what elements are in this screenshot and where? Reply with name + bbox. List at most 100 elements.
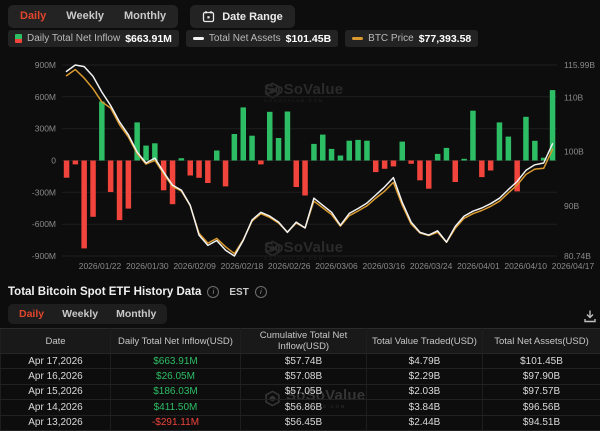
tab-daily[interactable]: Daily (10, 304, 53, 324)
inflow-bar[interactable] (223, 161, 229, 187)
tab-weekly[interactable]: Weekly (56, 5, 114, 28)
inflow-bar[interactable] (214, 151, 220, 161)
cell-inflow: $186.03M (111, 384, 241, 399)
inflow-bar[interactable] (426, 161, 432, 189)
inflow-bar[interactable] (90, 161, 96, 217)
inflow-bar[interactable] (417, 161, 423, 181)
inflow-bar[interactable] (364, 141, 370, 161)
gridlines: 900M600M300M0-300M-600M-900M115.99B110B1… (32, 60, 595, 271)
inflow-bar[interactable] (523, 117, 529, 161)
legend-value: $663.91M (125, 33, 172, 45)
inflow-bar[interactable] (188, 161, 194, 176)
inflow-bar[interactable] (311, 144, 317, 161)
inflow-bar[interactable] (276, 138, 282, 161)
inflow-bar[interactable] (382, 161, 388, 169)
inflow-bar[interactable] (241, 107, 247, 160)
inflow-bar[interactable] (302, 161, 308, 196)
inflow-bar[interactable] (444, 148, 450, 161)
x-axis-tick: 2026/03/24 (410, 261, 453, 271)
cell-traded: $3.84B (367, 400, 483, 415)
cell-date: Apr 13,2026 (1, 415, 111, 430)
inflow-bar[interactable] (81, 161, 87, 249)
legend-value: $101.45B (286, 33, 332, 45)
inflow-bar[interactable] (258, 161, 264, 165)
inflow-bar[interactable] (488, 161, 494, 171)
inflow-bar[interactable] (347, 141, 353, 161)
inflow-bar[interactable] (179, 158, 185, 160)
inflow-bar[interactable] (408, 161, 414, 164)
inflow-bar[interactable] (497, 122, 503, 160)
chart-canvas[interactable]: 900M600M300M0-300M-600M-900M115.99B110B1… (0, 52, 600, 274)
left-axis-tick: 300M (35, 124, 56, 134)
inflow-bar[interactable] (506, 137, 512, 161)
inflow-bar[interactable] (329, 149, 335, 161)
inflow-bar[interactable] (320, 135, 326, 161)
inflow-bar[interactable] (400, 142, 406, 161)
legend-chip-daily-total-net-inflow[interactable]: Daily Total Net Inflow$663.91M (8, 30, 179, 47)
right-axis-tick: 115.99B (564, 60, 595, 70)
cell-assets: $101.45B (483, 354, 600, 369)
inflow-bar[interactable] (249, 136, 255, 161)
cell-assets: $94.51B (483, 415, 600, 430)
inflow-bar[interactable] (338, 156, 344, 161)
inflow-bar[interactable] (143, 146, 149, 161)
cell-traded: $2.44B (367, 415, 483, 430)
table-title: Total Bitcoin Spot ETF History Data (8, 286, 201, 298)
inflow-bar[interactable] (532, 141, 538, 161)
column-header: Total Value Traded(USD) (367, 329, 483, 354)
tab-monthly[interactable]: Monthly (114, 5, 176, 28)
table-row: Apr 16,2026$26.05M$57.08B$2.29B$97.90B (1, 369, 600, 384)
inflow-bar[interactable] (294, 161, 300, 188)
inflow-bar[interactable] (64, 161, 70, 178)
history-table: DateDaily Total Net Inflow(USD)Cumulativ… (0, 328, 600, 431)
inflow-bar[interactable] (453, 161, 459, 183)
inflow-bar[interactable] (391, 161, 397, 167)
info-icon[interactable]: i (255, 286, 267, 298)
cell-traded: $2.29B (367, 369, 483, 384)
inflow-bar[interactable] (126, 161, 132, 209)
inflow-bar[interactable] (479, 161, 485, 178)
inflow-bar[interactable] (73, 161, 79, 165)
cell-date: Apr 15,2026 (1, 384, 111, 399)
x-axis-tick: 2026/03/16 (363, 261, 406, 271)
inflow-bar[interactable] (435, 154, 441, 161)
info-icon[interactable]: i (207, 286, 219, 298)
column-header: Cumulative Total Net Inflow(USD) (241, 329, 367, 354)
inflow-bar[interactable] (205, 161, 211, 184)
x-axis-tick: 2026/04/10 (504, 261, 547, 271)
table-row: Apr 14,2026$411.50M$56.86B$3.84B$96.56B (1, 400, 600, 415)
cell-cumulative: $57.74B (241, 354, 367, 369)
table-tab-group: DailyWeeklyMonthly (8, 304, 167, 324)
column-header: Daily Total Net Inflow(USD) (111, 329, 241, 354)
legend-chip-btc-price[interactable]: BTC Price$77,393.58 (345, 30, 478, 47)
cell-traded: $2.03B (367, 384, 483, 399)
inflow-bar[interactable] (232, 134, 238, 161)
inflow-bar[interactable] (373, 161, 379, 173)
inflow-bar[interactable] (196, 161, 202, 178)
inflow-bar[interactable] (355, 140, 361, 161)
tab-weekly[interactable]: Weekly (53, 304, 107, 324)
inflow-bar[interactable] (117, 161, 123, 221)
history-table-wrap: SoSoValueSOSOVALUE.COM DateDaily Total N… (0, 328, 600, 424)
inflow-bar[interactable] (99, 102, 105, 161)
legend-chip-total-net-assets[interactable]: Total Net Assets$101.45B (186, 30, 338, 47)
right-axis-tick: 90B (564, 201, 579, 211)
cell-date: Apr 16,2026 (1, 369, 111, 384)
legend-value: $77,393.58 (419, 33, 472, 45)
inflow-bar[interactable] (267, 112, 273, 161)
inflow-bar[interactable] (461, 159, 467, 161)
inflow-bar[interactable] (470, 111, 476, 161)
tab-daily[interactable]: Daily (10, 5, 56, 28)
column-header: Total Net Assets(USD) (483, 329, 600, 354)
table-section-header: Total Bitcoin Spot ETF History Data i ES… (8, 286, 267, 298)
right-axis-tick: 80.74B (564, 251, 591, 261)
x-axis-tick: 2026/04/17 (552, 261, 595, 271)
tab-monthly[interactable]: Monthly (107, 304, 165, 324)
inflow-bar[interactable] (108, 161, 114, 193)
left-axis-tick: -900M (32, 251, 56, 261)
cell-assets: $97.90B (483, 369, 600, 384)
download-button[interactable] (582, 308, 598, 324)
inflow-bar[interactable] (285, 112, 291, 161)
date-range-button[interactable]: Date Range (190, 5, 295, 28)
x-axis-tick: 2026/02/26 (268, 261, 311, 271)
